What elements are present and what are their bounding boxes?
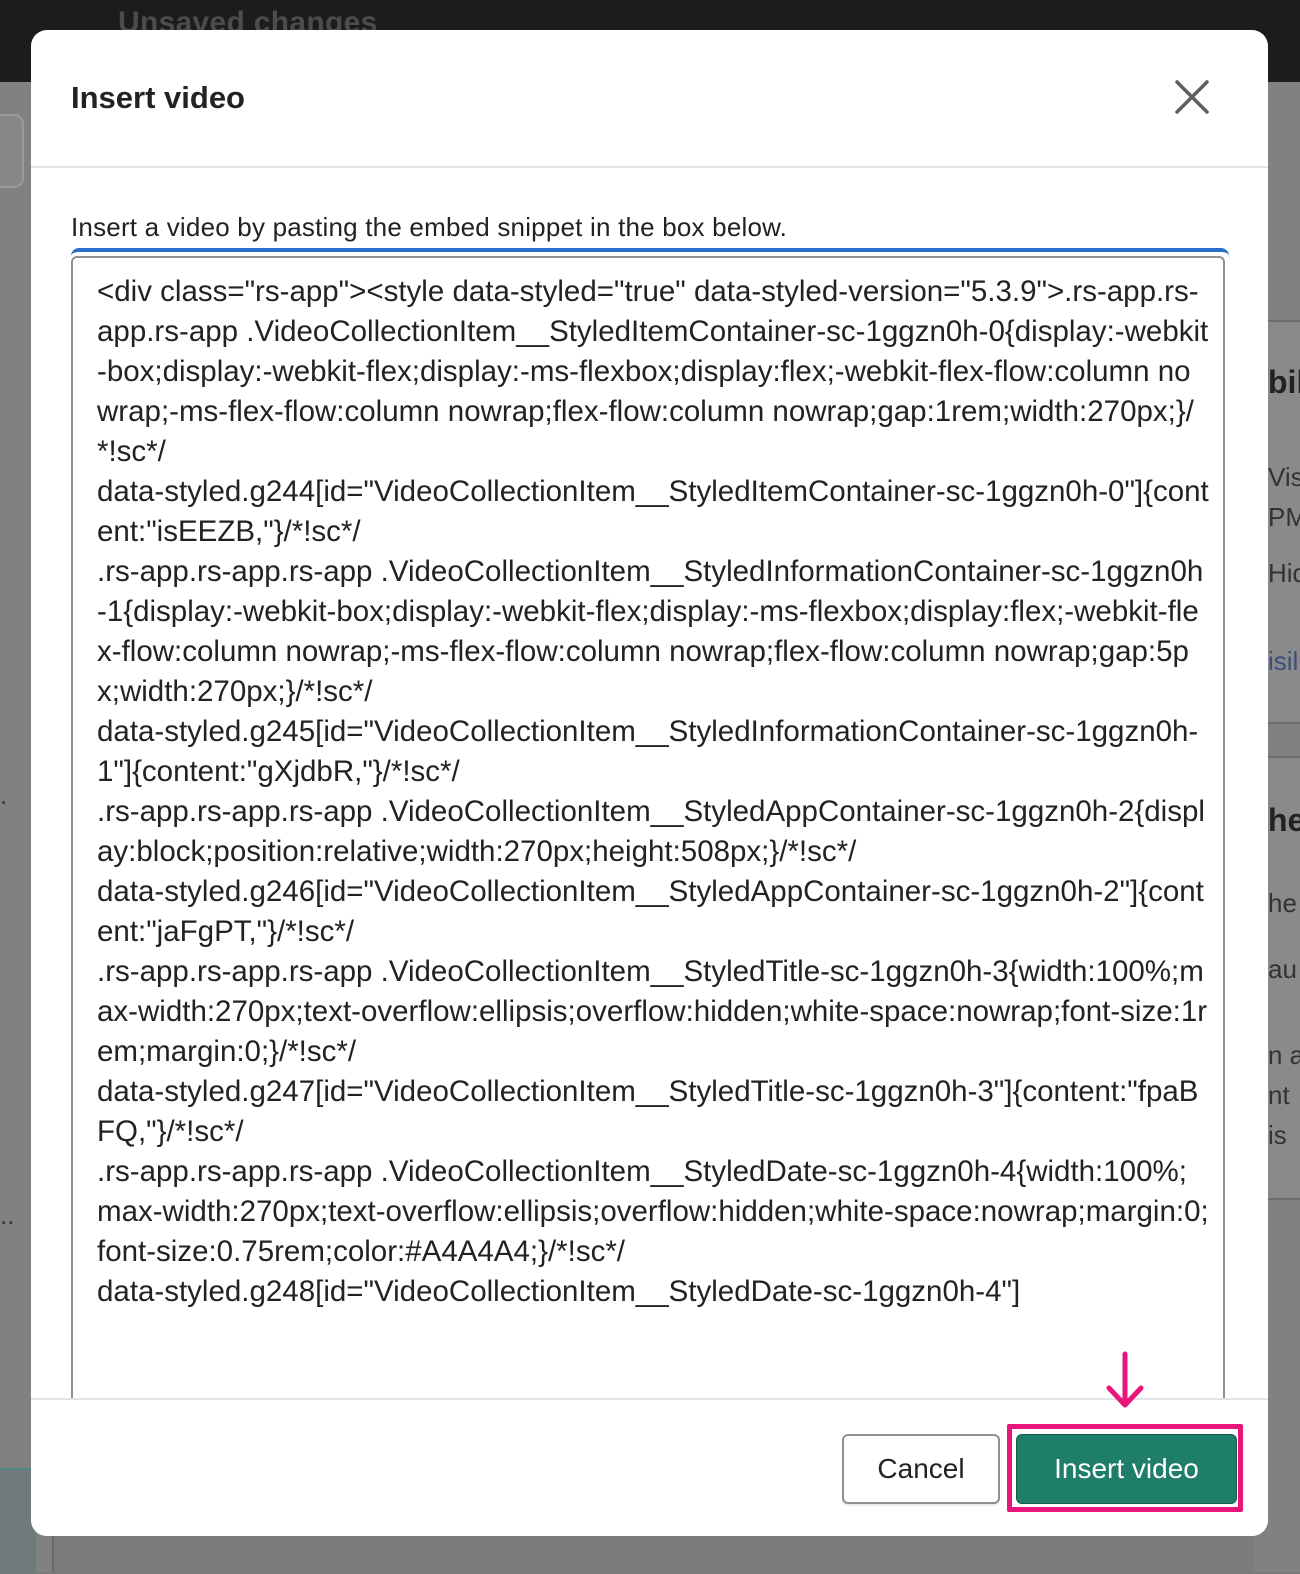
background-left-fragment: .: [0, 780, 8, 810]
background-card-text: bili: [1268, 364, 1300, 400]
background-card-link: isil: [1268, 646, 1299, 676]
embed-snippet-field: <div class="rs-app"><style data-styled="…: [71, 248, 1229, 1452]
background-card-text: he: [1268, 802, 1300, 838]
background-left-control: [0, 114, 24, 188]
cancel-button[interactable]: Cancel: [842, 1434, 1000, 1504]
modal-header: Insert video: [31, 30, 1268, 168]
insert-video-modal: Insert video Insert a video by pasting t…: [31, 30, 1268, 1536]
close-icon: [1175, 80, 1209, 114]
modal-body: Insert a video by pasting the embed snip…: [31, 168, 1268, 1452]
background-card-text: Hid: [1268, 558, 1300, 588]
background-card-text: au: [1268, 954, 1297, 984]
insert-video-button[interactable]: Insert video: [1016, 1434, 1237, 1504]
background-card-text: is: [1268, 1120, 1287, 1150]
background-card-text: n a: [1268, 1040, 1300, 1070]
background-card-text: he: [1268, 888, 1297, 918]
instruction-text: Insert a video by pasting the embed snip…: [71, 212, 788, 242]
background-card-text: nt: [1268, 1080, 1290, 1110]
embed-snippet-textarea[interactable]: <div class="rs-app"><style data-styled="…: [71, 256, 1225, 1452]
background-card-text: Visi: [1268, 462, 1300, 492]
background-card-text: PM: [1268, 502, 1300, 532]
modal-title: Insert video: [71, 80, 245, 115]
modal-footer: Cancel Insert video: [31, 1398, 1268, 1536]
close-button[interactable]: [1163, 68, 1221, 126]
background-left-fragment: ..: [0, 1200, 15, 1230]
background-bottom-strip: [52, 1536, 1254, 1572]
